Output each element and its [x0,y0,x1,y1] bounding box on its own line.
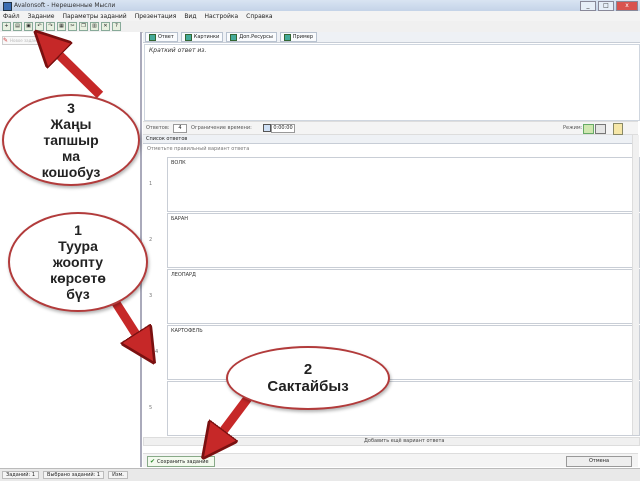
menu-presentation[interactable]: Презентация [135,13,177,20]
time-limit-checkbox[interactable] [263,124,271,132]
help-icon[interactable]: ? [112,22,121,31]
menu-settings[interactable]: Настройка [204,13,238,20]
print-icon[interactable]: ▦ [57,22,66,31]
annotation-text: Туура жоопту көрсөтө бүз [50,237,106,303]
answers-subheader-label: Отметьте правильный вариант ответа [147,146,250,152]
correct-answer-marker[interactable] [147,348,153,354]
answer-text: ВОЛК [171,160,186,166]
answer-icon [149,33,156,41]
question-editor[interactable]: Краткий ответ из. [144,44,640,121]
tab-label: Пример [292,34,314,40]
minimize-button[interactable]: _ [580,1,596,11]
status-modified: Изм. [108,471,128,479]
answer-text: БАРАН [171,216,189,222]
answer-row: 3 ЛЕОПАРД [143,269,640,324]
picture-icon [184,33,192,41]
annotation-number: 1 [74,221,82,238]
annotation-bubble-save: 2 Сактайбыз [226,346,390,410]
window-controls: _ □ x [580,1,638,11]
answer-field[interactable]: ВОЛК [167,157,640,212]
add-answer-bar[interactable]: Добавить ещё вариант ответа [143,437,640,446]
status-selected-count: Выбрано заданий: 1 [43,471,105,479]
annotation-bubble-new-task: 3 Жаңы тапшыр ма кошобуз [2,94,140,186]
save-icon[interactable]: ▣ [24,22,33,31]
answer-number[interactable]: 2 [149,237,152,243]
tab-label: Ответ [158,34,174,40]
mode-label: Режим: [563,125,583,131]
answer-count-label: Ответов: [146,125,170,131]
tab-pictures[interactable]: Картинки [180,32,224,42]
answer-field[interactable]: БАРАН [167,213,640,268]
delete-icon[interactable]: ✕ [101,22,110,31]
example-icon [283,33,291,41]
answer-row: 5 [143,381,640,436]
answer-row: 1 ВОЛК [143,157,640,212]
menu-file[interactable]: Файл [3,13,20,20]
answers-subheader: Отметьте правильный вариант ответа [143,144,638,153]
answer-count-stepper[interactable]: 4 [173,124,187,133]
save-task-label: Сохранить задание [157,458,209,465]
time-limit-field[interactable]: 0:00:00 [271,124,295,133]
maximize-button[interactable]: □ [598,1,614,11]
menu-task[interactable]: Задание [28,13,55,20]
tab-resources[interactable]: Доп.Ресурсы [226,32,277,42]
annotation-number: 2 [303,360,313,378]
new-task-item[interactable]: ✎ Новое задание [2,36,44,45]
menu-task-params[interactable]: Параметры заданий [62,13,126,20]
answer-number[interactable]: 3 [149,293,152,299]
checkmark-icon: ✔ [150,458,156,465]
vertical-scrollbar[interactable] [632,135,639,435]
editor-tabs: Ответ Картинки Доп.Ресурсы Пример [143,32,640,43]
copy-icon[interactable]: ❐ [79,22,88,31]
cancel-button[interactable]: Отмена [566,456,632,467]
app-icon [3,2,12,11]
answer-number[interactable]: 1 [149,181,152,187]
question-text: Краткий ответ из. [149,47,207,54]
save-task-button[interactable]: ✔ Сохранить задание [147,456,215,467]
annotation-bubble-correct-answer: 1 Туура жоопту көрсөтө бүз [8,212,148,312]
add-answer-label: Добавить ещё вариант ответа [364,438,445,444]
answer-text: ЛЕОПАРД [171,272,196,278]
answer-number[interactable]: 5 [149,405,152,411]
annotation-text: Сактайбыз [267,378,349,395]
new-icon[interactable]: + [2,22,11,31]
answer-text: КАРТОФЕЛЬ [171,328,203,334]
redo-icon[interactable]: ↷ [46,22,55,31]
resource-icon [230,33,238,41]
new-task-icon: ✎ [3,37,9,44]
paste-icon[interactable]: ▥ [90,22,99,31]
window-title: Avalonsoft - Нерешенные Мысли [14,2,116,9]
answers-header: Список ответов [143,135,638,144]
new-task-label: Новое задание [10,38,42,43]
info-icon[interactable] [613,123,623,135]
tab-label: Картинки [193,34,220,40]
dialog-buttons: ✔ Сохранить задание Отмена [143,453,638,467]
open-icon[interactable]: ▤ [13,22,22,31]
annotation-text: Жаңы тапшыр ма кошобуз [41,115,101,181]
tab-label: Доп.Ресурсы [239,34,273,40]
answer-row: 2 БАРАН [143,213,640,268]
status-task-count: Заданий: 1 [2,471,40,479]
answer-field[interactable]: ЛЕОПАРД [167,269,640,324]
cut-icon[interactable]: ✂ [68,22,77,31]
tab-answer[interactable]: Ответ [145,32,178,42]
menu-view[interactable]: Вид [184,13,196,20]
answers-header-label: Список ответов [146,136,188,142]
time-limit-label: Ограничение времени: [191,125,252,131]
mode-button-one[interactable] [583,124,594,134]
options-bar: Ответов: 4 Ограничение времени: 0:00:00 … [143,121,638,135]
undo-icon[interactable]: ↶ [35,22,44,31]
tab-example[interactable]: Пример [279,32,318,42]
answer-number[interactable]: 4 [155,349,158,355]
answer-row: 4 КАРТОФЕЛЬ [143,325,640,380]
status-bar: Заданий: 1 Выбрано заданий: 1 Изм. [0,468,640,481]
annotation-number: 3 [67,99,75,116]
mode-button-two[interactable] [595,124,606,134]
menu-help[interactable]: Справка [246,13,272,20]
close-button[interactable]: x [616,1,638,11]
